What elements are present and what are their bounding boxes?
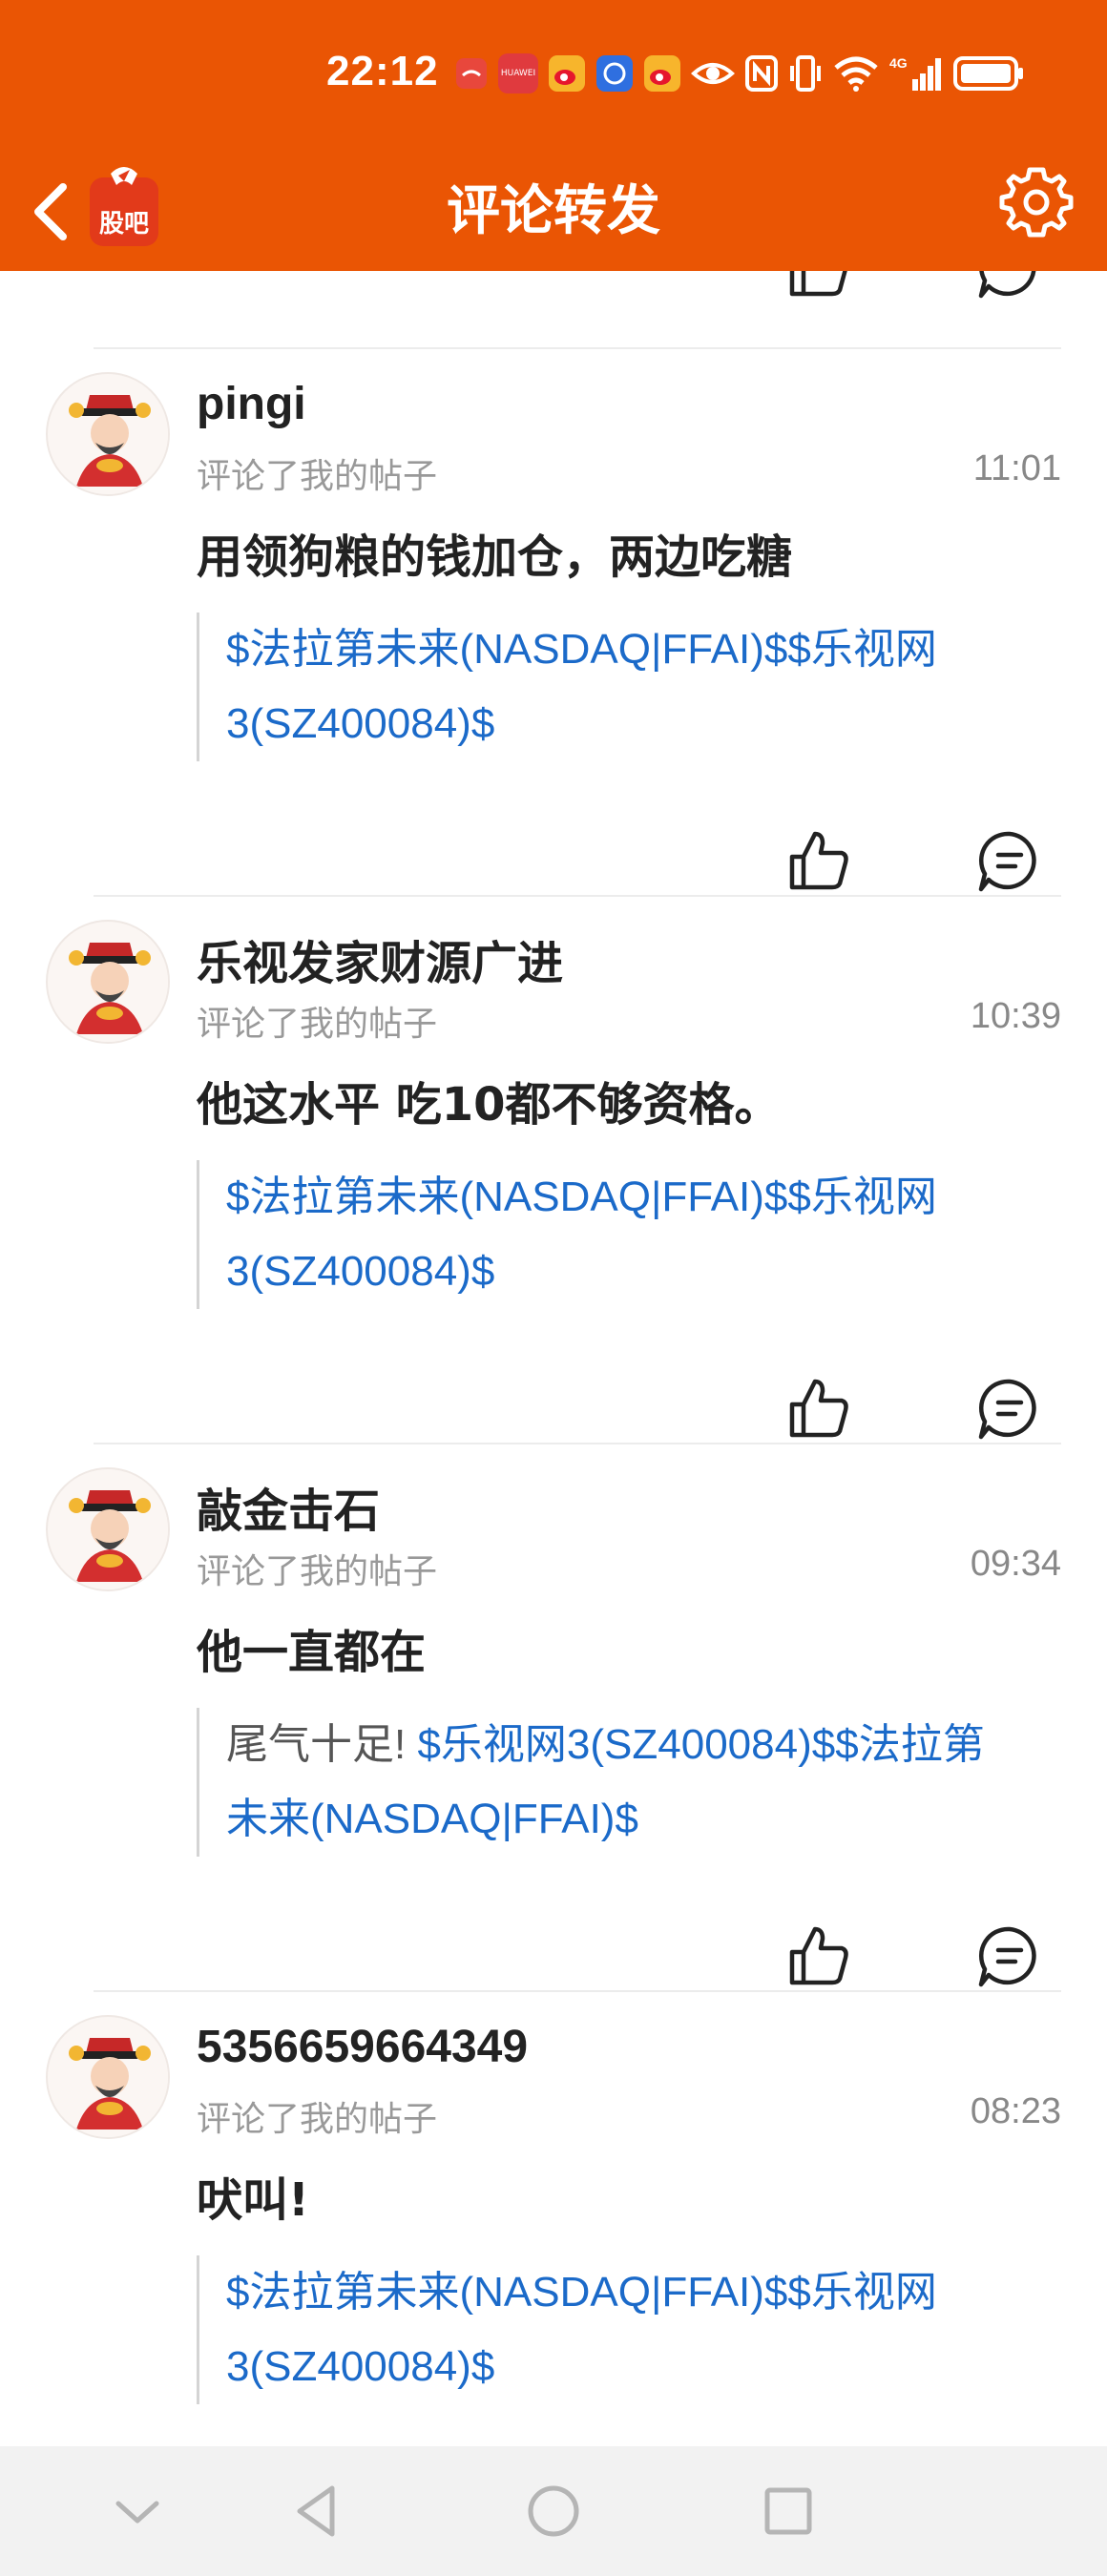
comment-time: 09:34 bbox=[970, 1544, 1061, 1584]
nfc-icon bbox=[745, 55, 778, 92]
app-icon bbox=[596, 55, 633, 92]
comment-text[interactable]: 他一直都在 bbox=[197, 1614, 426, 1681]
comment-item[interactable]: 乐视发家财源广进 评论了我的帖子 10:39 他这水平 吃10都不够资格。 $法… bbox=[0, 897, 1107, 1443]
stock-link[interactable]: $法拉第未来(NASDAQ|FFAI)$$乐视网 bbox=[226, 2269, 937, 2316]
quoted-post[interactable]: $法拉第未来(NASDAQ|FFAI)$$乐视网 3(SZ400084)$ bbox=[197, 2255, 1055, 2404]
comment-time: 08:23 bbox=[970, 2091, 1061, 2131]
stock-link[interactable]: $乐视网3(SZ400084)$$法拉第 bbox=[417, 1721, 984, 1768]
nav-home-icon[interactable] bbox=[521, 2479, 586, 2544]
nav-back-icon[interactable] bbox=[284, 2479, 349, 2544]
system-nav-bar bbox=[0, 2446, 1107, 2576]
avatar[interactable] bbox=[46, 372, 170, 496]
comment-action-label: 评论了我的帖子 bbox=[197, 1552, 438, 1591]
vibrate-icon bbox=[790, 55, 821, 92]
quoted-post-line[interactable]: $法拉第未来(NASDAQ|FFAI)$$乐视网 bbox=[226, 613, 1055, 687]
guba-logo[interactable]: 股吧 bbox=[86, 162, 162, 254]
nav-recents-icon[interactable] bbox=[756, 2479, 821, 2544]
signal-4g-icon: 4G bbox=[889, 55, 941, 91]
fortune-god-avatar-icon bbox=[49, 2018, 168, 2137]
previous-item-actions bbox=[0, 271, 1107, 347]
comment-text[interactable]: 用领狗粮的钱加仓，两边吃糖 bbox=[197, 519, 792, 586]
stock-link[interactable]: 3(SZ400084)$ bbox=[226, 687, 1055, 761]
quoted-post-line[interactable]: $法拉第未来(NASDAQ|FFAI)$$乐视网 bbox=[226, 2255, 1055, 2330]
quoted-post-line[interactable]: $法拉第未来(NASDAQ|FFAI)$$乐视网 bbox=[226, 1160, 1055, 1235]
status-time: 22:12 bbox=[326, 48, 439, 94]
quoted-post[interactable]: 尾气十足! $乐视网3(SZ400084)$$法拉第 未来(NASDAQ|FFA… bbox=[197, 1708, 1055, 1857]
like-icon[interactable] bbox=[784, 826, 853, 895]
username[interactable]: 5356659664349 bbox=[197, 2021, 528, 2073]
comment-item[interactable]: 敲金击石 评论了我的帖子 09:34 他一直都在 尾气十足! $乐视网3(SZ4… bbox=[0, 1444, 1107, 1990]
stock-link[interactable]: $法拉第未来(NASDAQ|FFAI)$$乐视网 bbox=[226, 626, 937, 673]
comment-text[interactable]: 吠叫! bbox=[197, 2162, 309, 2229]
huawei-icon: HUAWEI bbox=[498, 53, 538, 93]
fortune-god-avatar-icon bbox=[49, 923, 168, 1042]
settings-gear-icon[interactable] bbox=[998, 164, 1075, 240]
comment-time: 10:39 bbox=[970, 996, 1061, 1036]
page-title: 评论转发 bbox=[447, 180, 660, 242]
stock-link[interactable]: $法拉第未来(NASDAQ|FFAI)$$乐视网 bbox=[226, 1174, 937, 1220]
stock-link[interactable]: 3(SZ400084)$ bbox=[226, 2330, 1055, 2404]
reply-icon[interactable] bbox=[975, 1922, 1044, 1990]
username[interactable]: 敲金击石 bbox=[197, 1473, 380, 1540]
comment-action-label: 评论了我的帖子 bbox=[197, 1005, 438, 1044]
status-icons: HUAWEI 4G bbox=[454, 50, 1025, 97]
comment-action-label: 评论了我的帖子 bbox=[197, 2100, 438, 2139]
avatar[interactable] bbox=[46, 2015, 170, 2139]
reply-icon[interactable] bbox=[975, 826, 1044, 895]
status-bar: 22:12 HUAWEI 4G bbox=[0, 0, 1107, 153]
fortune-god-avatar-icon bbox=[49, 375, 168, 494]
eye-icon bbox=[691, 63, 735, 84]
quote-prefix: 尾气十足! bbox=[226, 1721, 418, 1768]
comment-text[interactable]: 他这水平 吃10都不够资格。 bbox=[197, 1067, 781, 1133]
stock-link[interactable]: 未来(NASDAQ|FFAI)$ bbox=[226, 1782, 1055, 1857]
quoted-post[interactable]: $法拉第未来(NASDAQ|FFAI)$$乐视网 3(SZ400084)$ bbox=[197, 613, 1055, 761]
avatar[interactable] bbox=[46, 920, 170, 1044]
back-icon[interactable] bbox=[23, 174, 80, 250]
quoted-post[interactable]: $法拉第未来(NASDAQ|FFAI)$$乐视网 3(SZ400084)$ bbox=[197, 1160, 1055, 1309]
weibo-icon bbox=[644, 55, 680, 92]
reply-icon[interactable] bbox=[975, 271, 1044, 301]
wifi-icon bbox=[834, 56, 878, 92]
username[interactable]: pingi bbox=[197, 378, 306, 430]
comment-time: 11:01 bbox=[972, 448, 1061, 488]
like-icon[interactable] bbox=[784, 1374, 853, 1443]
stock-link[interactable]: 3(SZ400084)$ bbox=[226, 1235, 1055, 1309]
like-icon[interactable] bbox=[784, 1922, 853, 1990]
reply-icon[interactable] bbox=[975, 1374, 1044, 1443]
comment-action-label: 评论了我的帖子 bbox=[197, 457, 438, 496]
comment-feed[interactable]: pingi 评论了我的帖子 11:01 用领狗粮的钱加仓，两边吃糖 $法拉第未来… bbox=[0, 271, 1107, 2446]
missed-call-icon bbox=[456, 58, 487, 89]
comment-item[interactable]: pingi 评论了我的帖子 11:01 用领狗粮的钱加仓，两边吃糖 $法拉第未来… bbox=[0, 349, 1107, 895]
comment-item[interactable]: 5356659664349 评论了我的帖子 08:23 吠叫! $法拉第未来(N… bbox=[0, 1992, 1107, 2446]
svg-text:4G: 4G bbox=[889, 55, 908, 71]
username[interactable]: 乐视发家财源广进 bbox=[197, 925, 563, 992]
avatar[interactable] bbox=[46, 1467, 170, 1591]
quoted-post-line[interactable]: 尾气十足! $乐视网3(SZ400084)$$法拉第 bbox=[226, 1708, 1055, 1782]
guba-logo-text: 股吧 bbox=[98, 210, 149, 239]
collapse-chevron-icon[interactable] bbox=[105, 2479, 170, 2544]
header-bar: 股吧 评论转发 bbox=[0, 153, 1107, 271]
like-icon[interactable] bbox=[784, 271, 853, 301]
battery-icon bbox=[953, 56, 1023, 91]
fortune-god-avatar-icon bbox=[49, 1470, 168, 1589]
weibo-icon bbox=[549, 55, 585, 92]
